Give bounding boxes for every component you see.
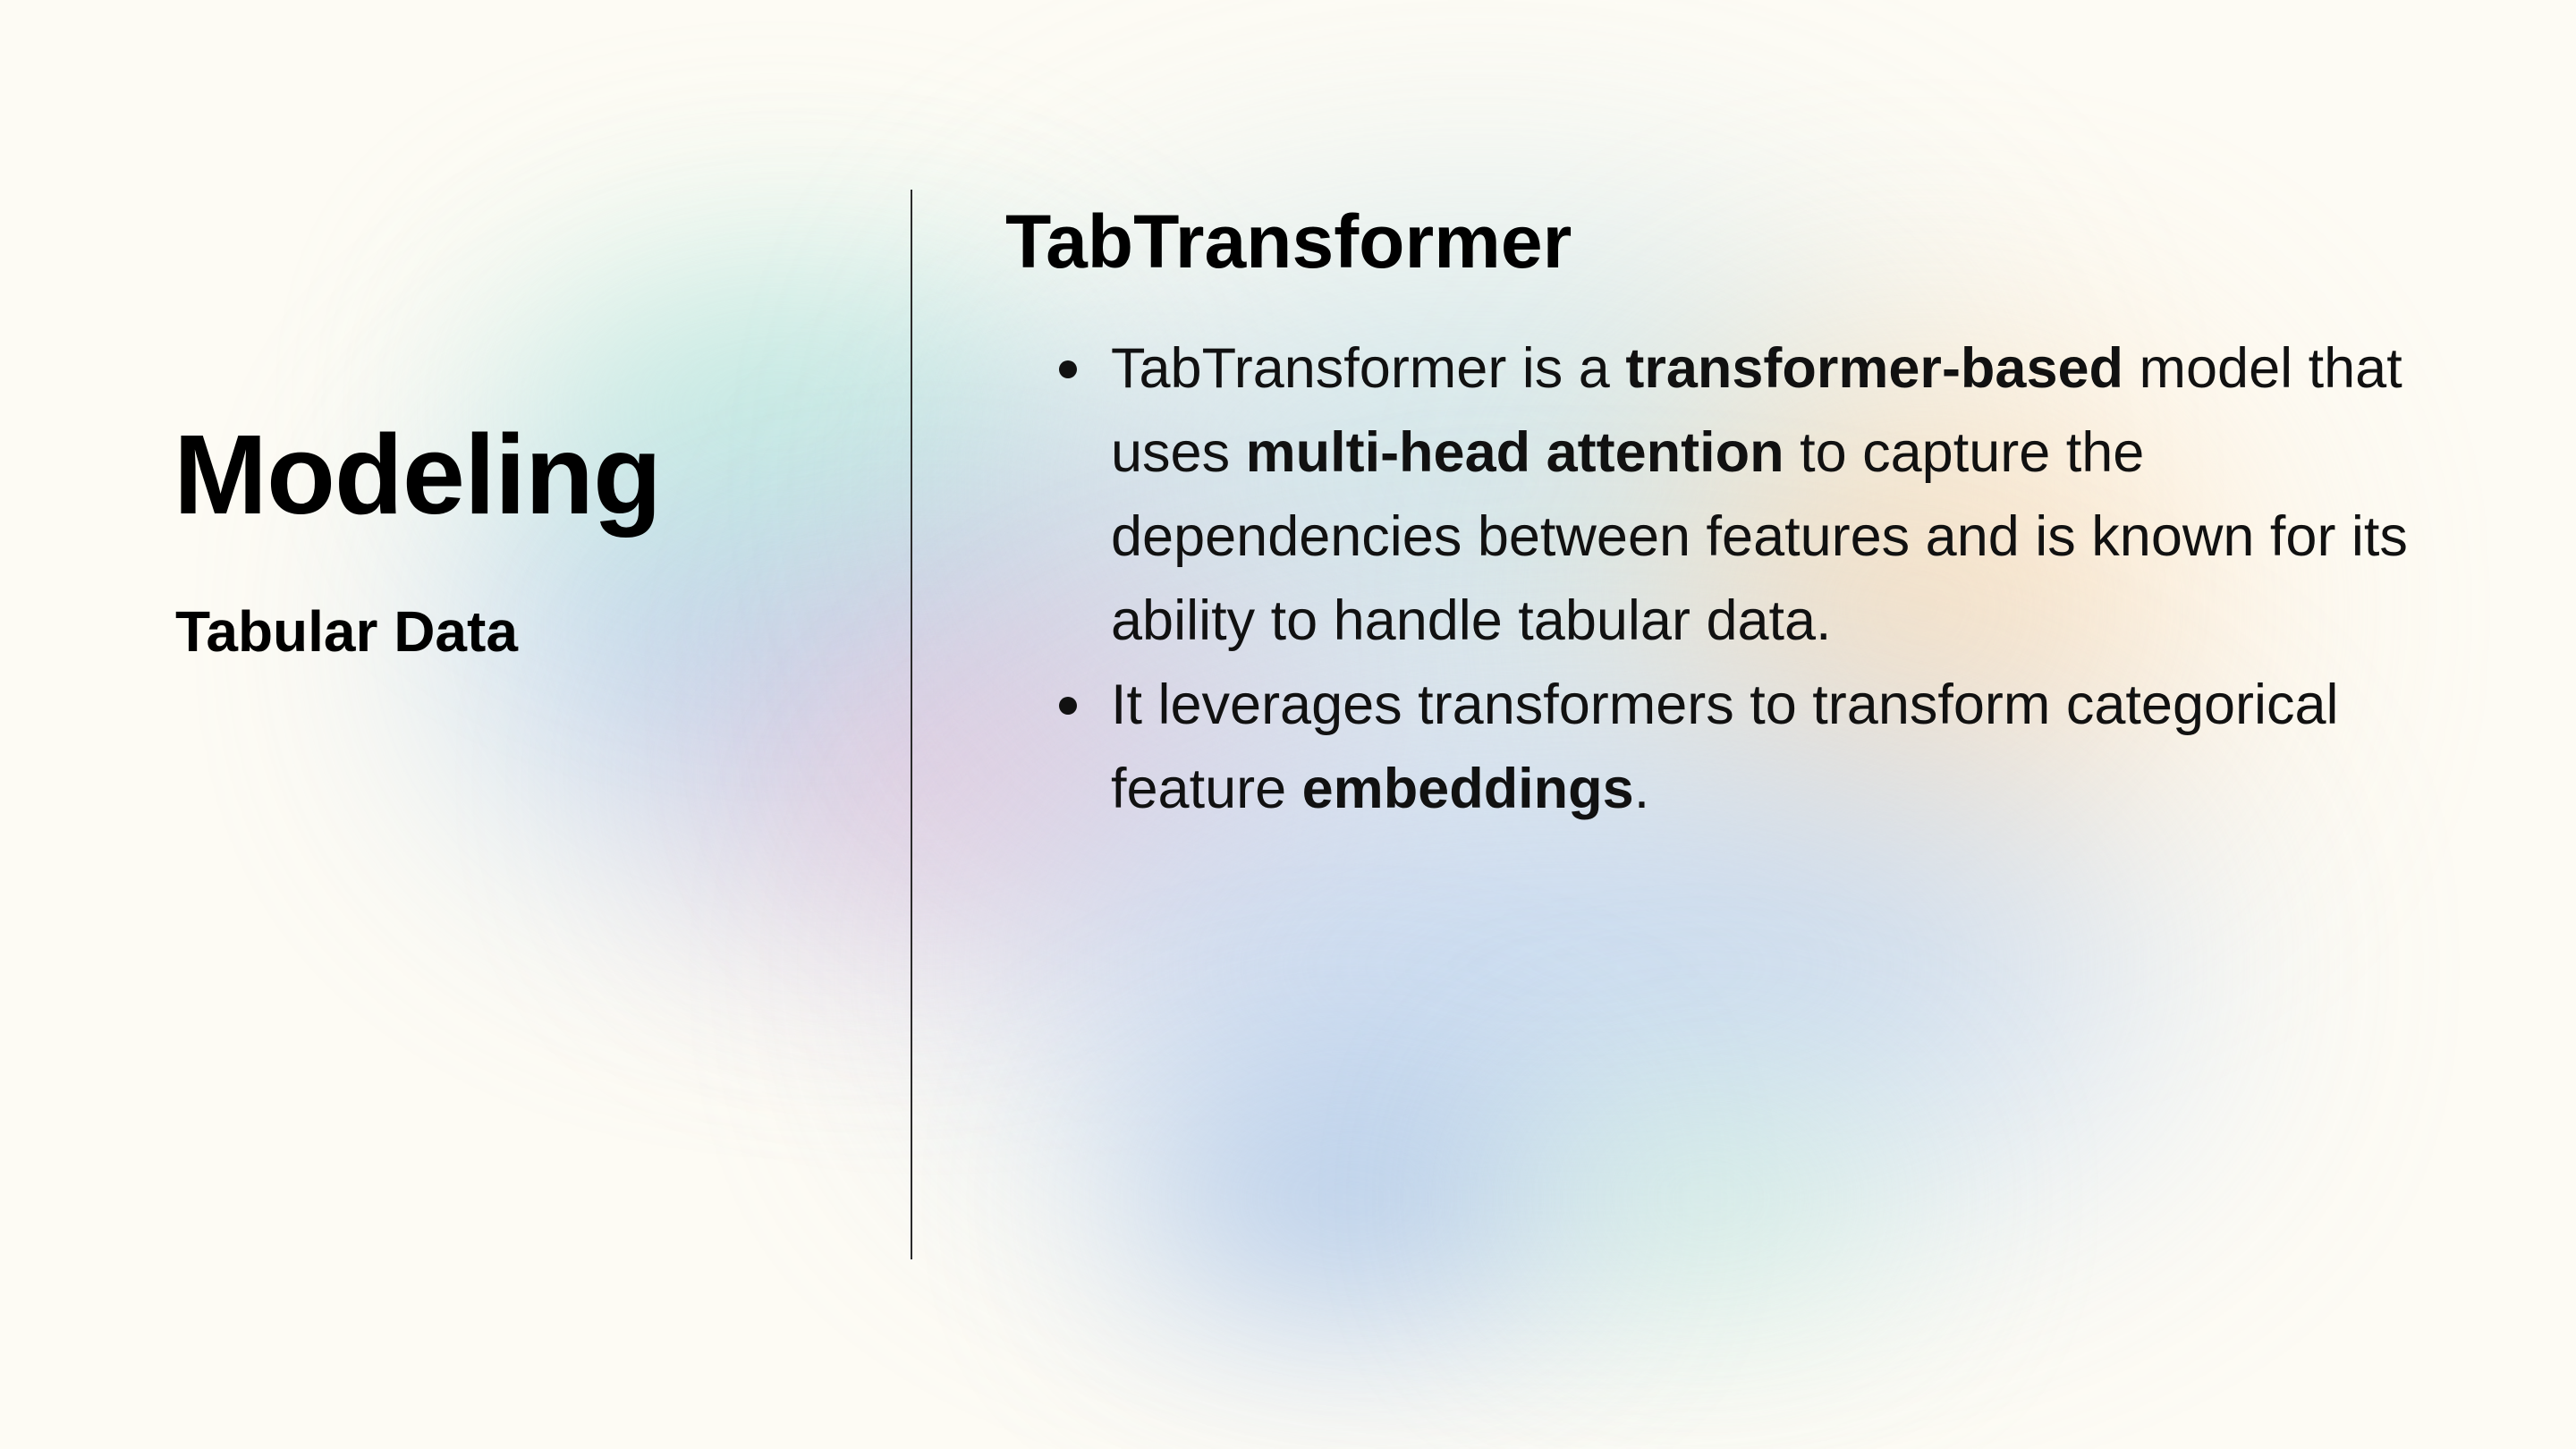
gradient-blob bbox=[1127, 1091, 1574, 1306]
bullet-text-bold: transformer-based bbox=[1625, 336, 2124, 400]
bullet-list: TabTransformer is a transformer-based mo… bbox=[1005, 326, 2472, 831]
slide: Modeling Tabular Data TabTransformer Tab… bbox=[0, 0, 2576, 1449]
bullet-dot-icon bbox=[1059, 360, 1077, 378]
gradient-blob bbox=[1521, 1109, 1896, 1288]
bullet-text-bold: embeddings bbox=[1301, 757, 1634, 820]
bullet-item: It leverages transformers to transform c… bbox=[1005, 663, 2472, 831]
bullet-text-segment: It leverages transformers to transform c… bbox=[1111, 673, 2339, 820]
bullet-text-segment: TabTransformer is a bbox=[1111, 336, 1626, 400]
vertical-divider bbox=[911, 190, 912, 1259]
bullet-dot-icon bbox=[1059, 696, 1077, 715]
bullet-text-bold: multi-head attention bbox=[1245, 420, 1784, 484]
slide-subtitle: Tabular Data bbox=[175, 599, 518, 664]
content-panel: TabTransformer TabTransformer is a trans… bbox=[1005, 197, 2472, 831]
section-title: TabTransformer bbox=[1005, 199, 1572, 284]
slide-title: Modeling bbox=[174, 411, 662, 538]
bullet-text-segment: . bbox=[1633, 757, 1650, 820]
bullet-item: TabTransformer is a transformer-based mo… bbox=[1005, 326, 2472, 663]
